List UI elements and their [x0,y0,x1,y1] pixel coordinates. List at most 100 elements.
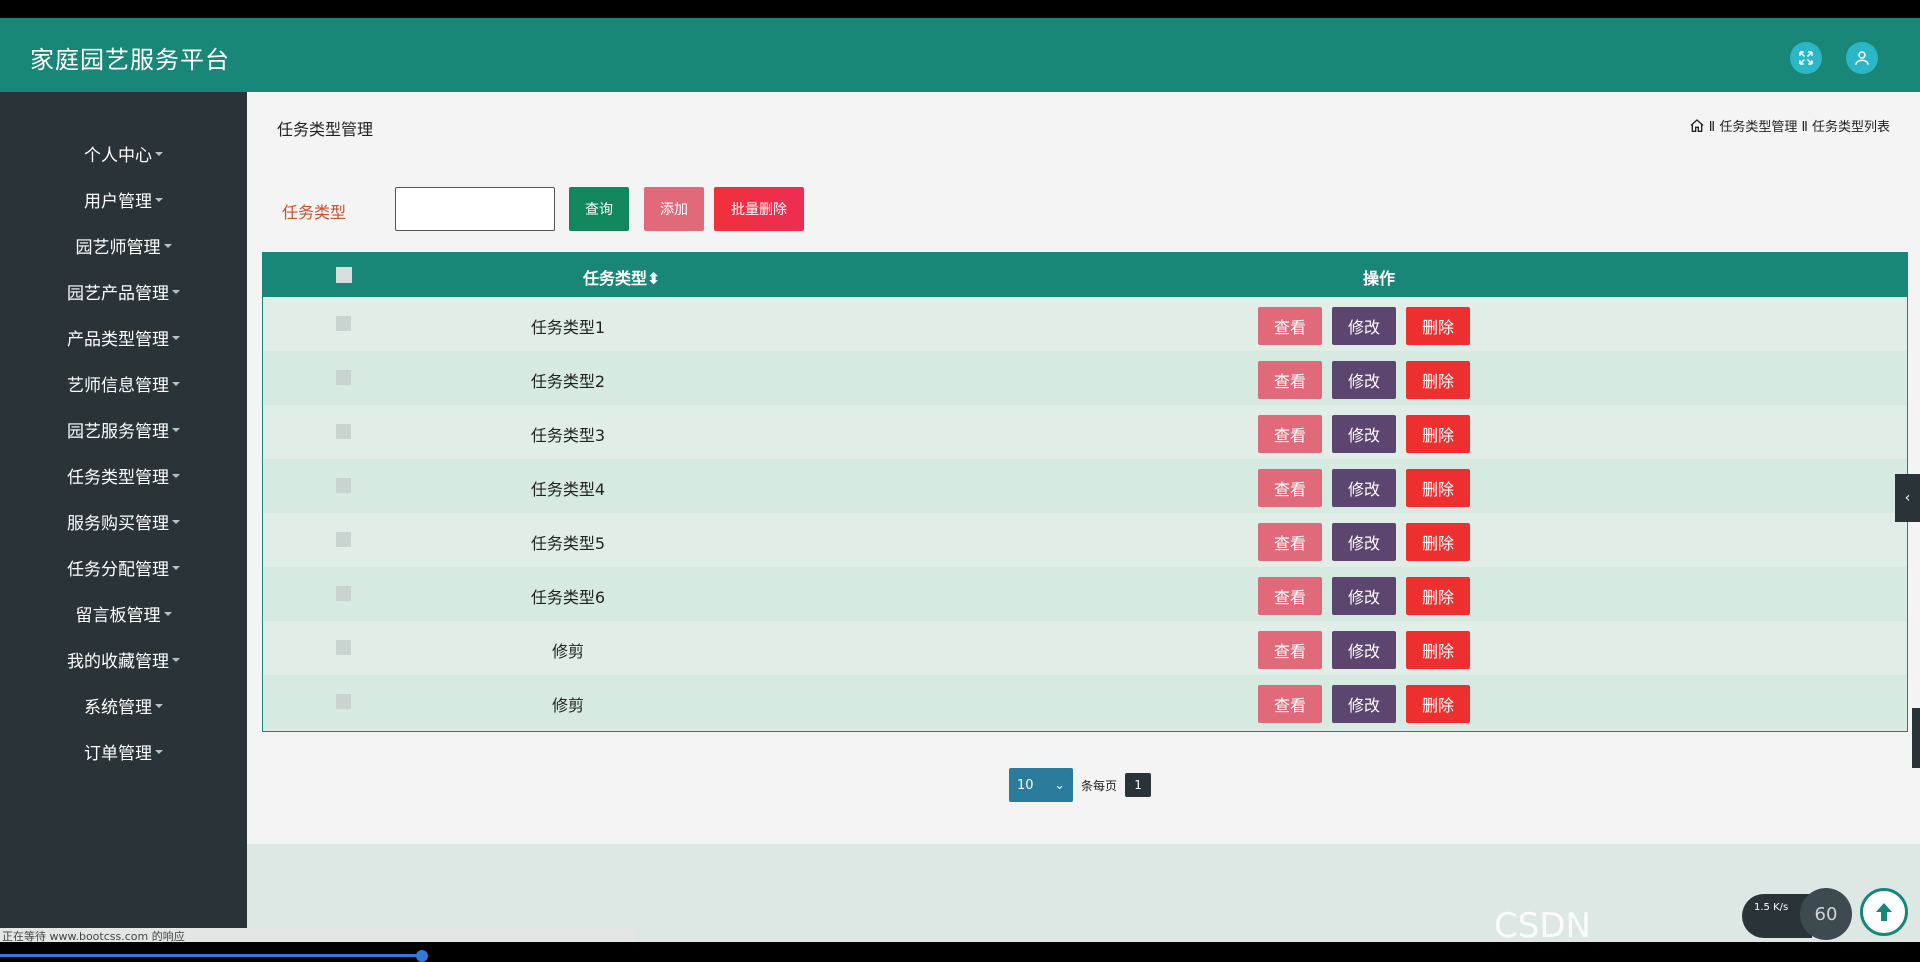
table-row: 任务类型3 查看 修改 删除 [263,405,1907,459]
edit-button[interactable]: 修改 [1332,307,1396,345]
view-button[interactable]: 查看 [1258,361,1322,399]
home-icon[interactable] [1689,118,1705,134]
delete-button[interactable]: 删除 [1406,577,1470,615]
edit-button[interactable]: 修改 [1332,631,1396,669]
row-checkbox[interactable] [336,370,351,385]
query-button[interactable]: 查询 [569,187,629,231]
sidebar-item-task-assignment[interactable]: 任务分配管理 [0,547,247,587]
caret-down-icon [172,566,180,570]
video-progress-knob[interactable] [416,950,428,962]
breadcrumb: Ⅱ 任务类型管理 Ⅱ 任务类型列表 [1689,116,1890,135]
row-checkbox[interactable] [336,478,351,493]
table-row: 任务类型4 查看 修改 删除 [263,459,1907,513]
table-row: 任务类型2 查看 修改 删除 [263,351,1907,405]
row-checkbox[interactable] [336,586,351,601]
table-row: 任务类型5 查看 修改 删除 [263,513,1907,567]
caret-down-icon [155,704,163,708]
page-size-select[interactable]: 10 ⌄ [1009,768,1073,802]
edit-button[interactable]: 修改 [1332,577,1396,615]
video-progress-bar[interactable] [0,954,420,957]
row-checkbox[interactable] [336,694,351,709]
app-window: 家庭园艺服务平台 个人中心 用户管理 园艺师管理 园艺产品管理 产品类型管理 艺… [0,18,1920,942]
sidebar-item-label: 个人中心 [84,145,152,166]
edit-button[interactable]: 修改 [1332,523,1396,561]
sidebar-item-label: 系统管理 [84,697,152,718]
task-type-cell: 任务类型1 [530,318,606,337]
caret-down-icon [155,198,163,202]
browser-status-bar: 正在等待 www.bootcss.com 的响应 [0,928,637,942]
table-row: 任务类型6 查看 修改 删除 [263,567,1907,621]
sidebar-item-service-purchases[interactable]: 服务购买管理 [0,501,247,541]
sidebar-item-product-types[interactable]: 产品类型管理 [0,317,247,357]
table-header: 任务类型⬍ 操作 [263,253,1907,297]
edit-button[interactable]: 修改 [1332,469,1396,507]
view-button[interactable]: 查看 [1258,469,1322,507]
user-icon [1855,51,1869,65]
view-button[interactable]: 查看 [1258,631,1322,669]
user-profile-button[interactable] [1846,42,1878,74]
sidebar-item-services[interactable]: 园艺服务管理 [0,409,247,449]
task-type-table: 任务类型⬍ 操作 任务类型1 查看 修改 删除 任务类型2 查看 修改 删除 任… [262,252,1908,732]
column-header-task-type[interactable]: 任务类型⬍ [583,265,660,289]
page-title: 任务类型管理 [277,120,374,139]
top-header: 家庭园艺服务平台 [0,18,1920,92]
select-all-checkbox[interactable] [336,267,352,283]
row-checkbox[interactable] [336,640,351,655]
expand-icon [1799,51,1813,65]
breadcrumb-path[interactable]: Ⅱ 任务类型管理 Ⅱ 任务类型列表 [1709,116,1890,135]
view-button[interactable]: 查看 [1258,577,1322,615]
sidebar-item-products[interactable]: 园艺产品管理 [0,271,247,311]
edit-button[interactable]: 修改 [1332,361,1396,399]
caret-down-icon [172,520,180,524]
batch-delete-button[interactable]: 批量删除 [714,187,804,231]
sidebar-item-orders[interactable]: 订单管理 [0,731,247,771]
sidebar-item-gardener-info[interactable]: 艺师信息管理 [0,363,247,403]
table-row: 修剪 查看 修改 删除 [263,675,1907,729]
view-button[interactable]: 查看 [1258,523,1322,561]
caret-down-icon [172,382,180,386]
per-page-label: 条每页 [1081,778,1118,793]
delete-button[interactable]: 删除 [1406,685,1470,723]
sidebar-item-favorites[interactable]: 我的收藏管理 [0,639,247,679]
view-button[interactable]: 查看 [1258,415,1322,453]
row-checkbox[interactable] [336,316,351,331]
delete-button[interactable]: 删除 [1406,469,1470,507]
task-type-search-input[interactable] [395,187,555,231]
row-checkbox[interactable] [336,424,351,439]
sidebar-item-users[interactable]: 用户管理 [0,179,247,219]
panel-handle[interactable] [1912,708,1920,768]
add-button[interactable]: 添加 [644,187,704,231]
sidebar-item-profile[interactable]: 个人中心 [0,133,247,173]
view-button[interactable]: 查看 [1258,685,1322,723]
sidebar-item-label: 我的收藏管理 [67,651,169,672]
column-header-actions: 操作 [1363,269,1396,288]
delete-button[interactable]: 删除 [1406,361,1470,399]
delete-button[interactable]: 删除 [1406,307,1470,345]
app-title: 家庭园艺服务平台 [30,46,230,74]
task-type-cell: 任务类型5 [530,534,606,553]
task-type-cell: 任务类型2 [530,372,606,391]
main-content: 任务类型管理 Ⅱ 任务类型管理 Ⅱ 任务类型列表 任务类型 查询 添加 批量删除… [247,92,1920,844]
sidebar-item-gardeners[interactable]: 园艺师管理 [0,225,247,265]
view-button[interactable]: 查看 [1258,307,1322,345]
task-type-cell: 任务类型4 [530,480,606,499]
screen: 家庭园艺服务平台 个人中心 用户管理 园艺师管理 园艺产品管理 产品类型管理 艺… [0,0,1920,962]
panel-toggle-button[interactable]: ‹ [1895,474,1920,522]
sidebar-item-system[interactable]: 系统管理 [0,685,247,725]
delete-button[interactable]: 删除 [1406,415,1470,453]
page-number-button[interactable]: 1 [1125,773,1152,797]
delete-button[interactable]: 删除 [1406,523,1470,561]
sidebar-item-label: 订单管理 [84,743,152,764]
sidebar-item-task-types[interactable]: 任务类型管理 [0,455,247,495]
sidebar-item-label: 留言板管理 [75,605,161,626]
edit-button[interactable]: 修改 [1332,415,1396,453]
delete-button[interactable]: 删除 [1406,631,1470,669]
fullscreen-button[interactable] [1790,42,1822,74]
pagination: 10 ⌄ 条每页 1 [1009,768,1152,802]
edit-button[interactable]: 修改 [1332,685,1396,723]
page-size-value: 10 [1017,777,1034,793]
sidebar-item-message-board[interactable]: 留言板管理 [0,593,247,633]
row-checkbox[interactable] [336,532,351,547]
csdn-watermark: CSDN @nodejava666666 [1494,906,1591,942]
chevron-left-icon: ‹ [1904,490,1911,506]
